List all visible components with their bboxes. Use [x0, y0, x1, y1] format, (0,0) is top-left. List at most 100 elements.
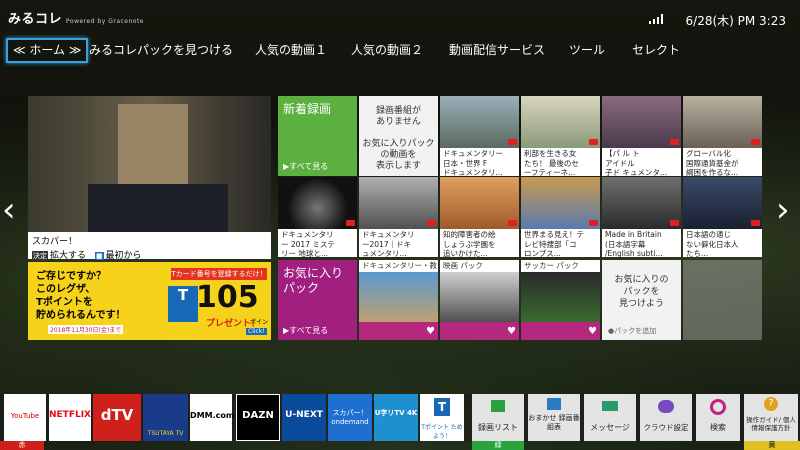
new-recordings-title: 新着録画 [283, 102, 332, 116]
hero-caption: スカパー！ 決定 拡大する ■ 最初から [28, 232, 271, 261]
person-suit [88, 184, 228, 232]
youtube-icon [427, 220, 436, 226]
youtube-icon [589, 220, 598, 226]
pack-thumbnail [521, 272, 600, 322]
promo-number: 105 [196, 280, 259, 315]
youtube-icon [589, 139, 598, 145]
click-badge: Click! [246, 328, 267, 335]
promo-text: ご存じですか？ このレグザ、 Tポイントを 貯められるんです！ [36, 271, 126, 321]
app-label: NETFLIX [49, 410, 91, 420]
enter-key-icon: 決定 [32, 251, 48, 261]
tpoint-app[interactable]: T Tポイント ためよう！ [420, 394, 464, 441]
dmm-app[interactable]: DMM.com [190, 394, 234, 441]
chevron-left-icon[interactable]: ‹ [2, 190, 16, 230]
video-tile[interactable]: ドキュメンタリ ー 2017 ミステ リー 地球と... [278, 177, 357, 257]
cloud-settings-app[interactable]: クラウド設定 [640, 394, 692, 441]
youtube-icon [508, 220, 517, 226]
video-tile[interactable]: グローバル化 国際通貨基金が 綱困を作るな... [683, 96, 762, 176]
message-app[interactable]: メッセージ [584, 394, 636, 441]
video-tile[interactable]: 日本語の通じ ない僻化日本人 たち... [683, 177, 762, 257]
recording-list-app[interactable]: 録画リスト [472, 394, 524, 441]
find-pack-tile[interactable]: お気に入りの パックを 見つけよう ●パックを追加 [602, 260, 681, 340]
app-label: 録画リスト [478, 423, 518, 432]
pack-thumbnail [359, 272, 438, 322]
pack-title: ドキュメンタリー・教養 パック [359, 260, 438, 282]
video-title: 知的障害者の絵 しょうぶ学園を 追いかけた... [440, 229, 519, 257]
app-label: dTV [100, 406, 134, 424]
heart-icon: ♥ [426, 326, 435, 337]
search-icon [710, 399, 726, 415]
video-tile[interactable]: ドキュメンタリ ー2017｜ドキ ュメンタリ... [359, 177, 438, 257]
see-all-link: ▶すべて見る [283, 162, 329, 171]
pack-tile[interactable]: ドキュメンタリー・教養 パック ♥ [359, 260, 438, 340]
clock: 6/28(木) PM 3:23 [685, 14, 786, 28]
hero-preview[interactable]: スカパー！ 決定 拡大する ■ 最初から [28, 96, 271, 261]
tpoint-icon: T [434, 398, 450, 416]
no-recordings-text: 録画番組が ありません お気に入りパック の動画を 表示します [362, 106, 435, 171]
youtube-icon [346, 220, 355, 226]
new-recordings-tile[interactable]: 新着録画 ▶すべて見る [278, 96, 357, 176]
tab-vod-services[interactable]: 動画配信サービス [449, 38, 545, 62]
app-label: メッセージ [590, 423, 630, 432]
dazn-app[interactable]: DAZN [236, 394, 280, 441]
pack-title: 映画 パック [440, 260, 519, 272]
video-tile[interactable]: 世界まる見え！テ レビ特捜部「コ ロンブス... [521, 177, 600, 257]
schedule-icon [547, 398, 561, 410]
app-label: U-NEXT [285, 410, 323, 420]
pack-tile[interactable]: 映画 パック ♥ [440, 260, 519, 340]
video-tile[interactable]: ドキュメンタリー 日本・世界 F ドキュメンタリ... [440, 96, 519, 176]
unext-app[interactable]: U-NEXT [282, 394, 326, 441]
app-label: 操作ガイド/ 個人情報保護方針 [746, 416, 796, 432]
blue-key-icon: ■ [94, 252, 104, 260]
video-tile[interactable]: 知的障害者の絵 しょうぶ学園を 追いかけた... [440, 177, 519, 257]
video-title: 日本語の通じ ない僻化日本人 たち... [683, 229, 762, 257]
empty-tile [683, 260, 762, 340]
red-key-indicator: 赤 [0, 441, 44, 450]
video-tile[interactable]: 利部を生きる女 たち！ 最後のセ ーフティーネ... [521, 96, 600, 176]
netflix-app[interactable]: NETFLIX [49, 394, 91, 441]
youtube-app[interactable]: YouTube [4, 394, 46, 441]
tpoint-card-icon: T [168, 286, 198, 322]
tab-find-pack[interactable]: みるコレパックを見つける [89, 38, 233, 62]
youtube-icon [751, 139, 760, 145]
guide-app[interactable]: ? 操作ガイド/ 個人情報保護方針 [744, 394, 798, 441]
envelope-icon [602, 401, 618, 411]
tab-select[interactable]: セレクト [632, 38, 680, 62]
app-label: クラウド設定 [643, 423, 689, 432]
app-label: TSUTAYA TV [147, 430, 184, 437]
promo-date: 2018年11月30日(金)まで [48, 325, 124, 334]
pack-title: サッカー パック [521, 260, 600, 272]
app-label: U字リTV 4K [374, 409, 418, 417]
app-label: おまかせ 録画番組表 [528, 414, 580, 431]
favorite-packs-title: お気に入り パック [283, 266, 344, 295]
tsutaya-tv-app[interactable]: TSUTAYA TV [143, 394, 188, 441]
4k-tv-app[interactable]: U字リTV 4K [374, 394, 418, 441]
tab-popular-1[interactable]: 人気の動画１ [255, 38, 327, 62]
video-tile[interactable]: 【パ ル ト アイドル 子ド キュメンタ... [602, 96, 681, 176]
skyperfect-ondemand-app[interactable]: スカパー！ondemand [328, 394, 372, 441]
promo-tag: Tカード番号を登録するだけ！ [171, 268, 267, 280]
youtube-icon [508, 139, 517, 145]
no-recordings-tile: 録画番組が ありません お気に入りパック の動画を 表示します [359, 96, 438, 176]
chevron-right-icon[interactable]: › [776, 190, 790, 230]
question-icon: ? [764, 397, 778, 411]
dtv-app[interactable]: dTV [93, 394, 141, 441]
favorite-packs-tile[interactable]: お気に入り パック ▶すべて見る [278, 260, 357, 340]
pack-tile[interactable]: サッカー パック ♥ [521, 260, 600, 340]
video-title: 【パ ル ト アイドル 子ド キュメンタ... [602, 148, 681, 176]
tab-home[interactable]: ≪ ホーム ≫ [6, 38, 89, 63]
find-pack-text: お気に入りの パックを 見つけよう [614, 275, 669, 309]
tab-tools[interactable]: ツール [569, 38, 605, 62]
video-title: 世界まる見え！テ レビ特捜部「コ ロンブス... [521, 229, 600, 257]
hero-image [28, 96, 271, 232]
youtube-icon [670, 139, 679, 145]
tab-popular-2[interactable]: 人気の動画２ [351, 38, 423, 62]
video-tile[interactable]: Made in Britain (日本語字幕 /English subti... [602, 177, 681, 257]
auto-recording-app[interactable]: おまかせ 録画番組表 [528, 394, 580, 441]
youtube-icon [670, 220, 679, 226]
search-app[interactable]: 検索 [696, 394, 740, 441]
video-title: ドキュメンタリー 日本・世界 F ドキュメンタリ... [440, 148, 519, 176]
app-label: Tポイント ためよう！ [421, 424, 463, 440]
tpoint-promo-banner[interactable]: ご存じですか？ このレグザ、 Tポイントを 貯められるんです！ Tカード番号を登… [28, 262, 271, 340]
add-pack-button[interactable]: ●パックを追加 [608, 326, 656, 336]
